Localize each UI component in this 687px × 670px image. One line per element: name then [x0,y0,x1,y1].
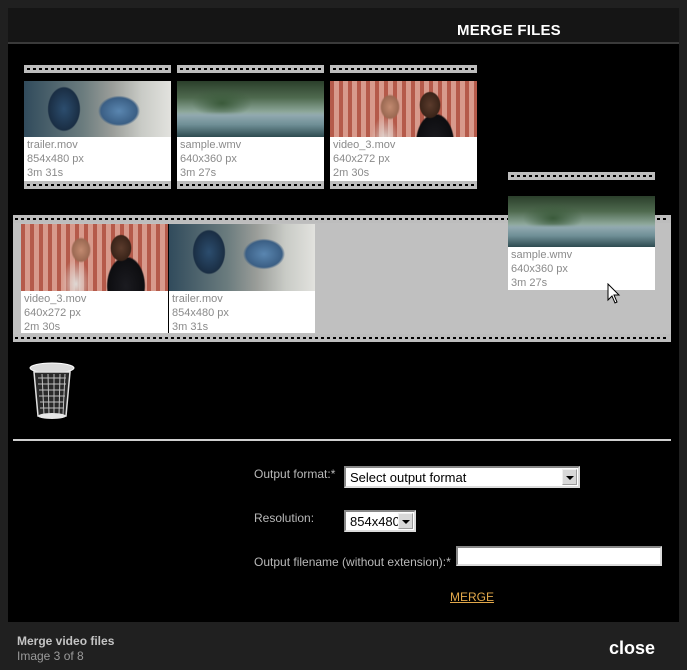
timeline-clip[interactable]: trailer.mov 854x480 px 3m 31s [168,224,315,333]
clip-info: video_3.mov 640x272 px 2m 30s [330,137,477,181]
filename-label: Output filename (without extension):* [254,555,451,569]
clip-resolution: 640x360 px [180,153,237,165]
clip-duration: 3m 27s [511,277,548,289]
mouse-pointer-icon [607,283,621,304]
clip-resolution: 854x480 px [172,307,229,319]
clip-resolution: 854x480 px [27,153,84,165]
clip-thumbnail [177,81,324,137]
film-strip-edge [177,181,324,189]
library-clip-sample[interactable]: sample.wmv 640x360 px 3m 27s [177,65,324,189]
output-format-select[interactable]: Select output format [344,466,580,488]
clip-duration: 3m 27s [180,167,217,179]
clip-info: video_3.mov 640x272 px 2m 30s [21,291,168,333]
clip-thumbnail [508,196,655,247]
library-clip-video3[interactable]: video_3.mov 640x272 px 2m 30s [330,65,477,189]
library-clip-trailer[interactable]: trailer.mov 854x480 px 3m 31s [24,65,171,189]
clip-resolution: 640x360 px [511,263,568,275]
clip-thumbnail [330,81,477,137]
chevron-down-icon[interactable] [562,469,577,485]
title-bar: MERGE FILES [8,8,679,44]
clip-name: sample.wmv [180,139,242,151]
clip-duration: 3m 31s [172,321,209,333]
clip-name: trailer.mov [172,293,223,305]
merge-button[interactable]: MERGE [450,590,494,604]
film-strip-edge [13,334,671,342]
film-strip-edge [177,65,324,73]
clip-name: video_3.mov [24,293,87,305]
clip-info: trailer.mov 854x480 px 3m 31s [24,137,171,181]
film-strip-edge [508,172,655,180]
resolution-label: Resolution: [254,511,315,525]
output-format-label: Output format:* [254,467,336,481]
resolution-value: 854x480 [350,514,400,529]
dragging-clip-sample[interactable]: sample.wmv 640x360 px 3m 27s [508,172,655,290]
clip-info: sample.wmv 640x360 px 3m 27s [508,247,655,290]
clip-thumbnail [21,224,168,291]
clip-name: sample.wmv [511,249,573,261]
page-title: MERGE FILES [457,22,561,39]
clip-name: trailer.mov [27,139,78,151]
film-strip-edge [24,181,171,189]
clip-info: sample.wmv 640x360 px 3m 27s [177,137,324,181]
chevron-down-icon[interactable] [398,513,413,529]
clip-thumbnail [24,81,171,137]
clip-duration: 3m 31s [27,167,64,179]
clip-duration: 2m 30s [24,321,61,333]
trash-can-icon[interactable] [28,358,76,422]
clip-thumbnail [169,224,315,291]
footer-title: Merge video files [17,634,115,648]
clip-duration: 2m 30s [333,167,370,179]
image-counter: Image 3 of 8 [17,649,84,663]
film-strip-edge [330,65,477,73]
film-strip-edge [24,65,171,73]
output-format-value: Select output format [350,470,467,485]
film-strip-edge [330,181,477,189]
divider [13,439,671,441]
clip-resolution: 640x272 px [333,153,390,165]
clip-resolution: 640x272 px [24,307,81,319]
close-button[interactable]: close [609,638,655,659]
filename-input[interactable] [456,546,662,566]
clip-info: trailer.mov 854x480 px 3m 31s [169,291,315,333]
resolution-select[interactable]: 854x480 [344,510,416,532]
clip-name: video_3.mov [333,139,396,151]
timeline-clip[interactable]: video_3.mov 640x272 px 2m 30s [21,224,168,333]
